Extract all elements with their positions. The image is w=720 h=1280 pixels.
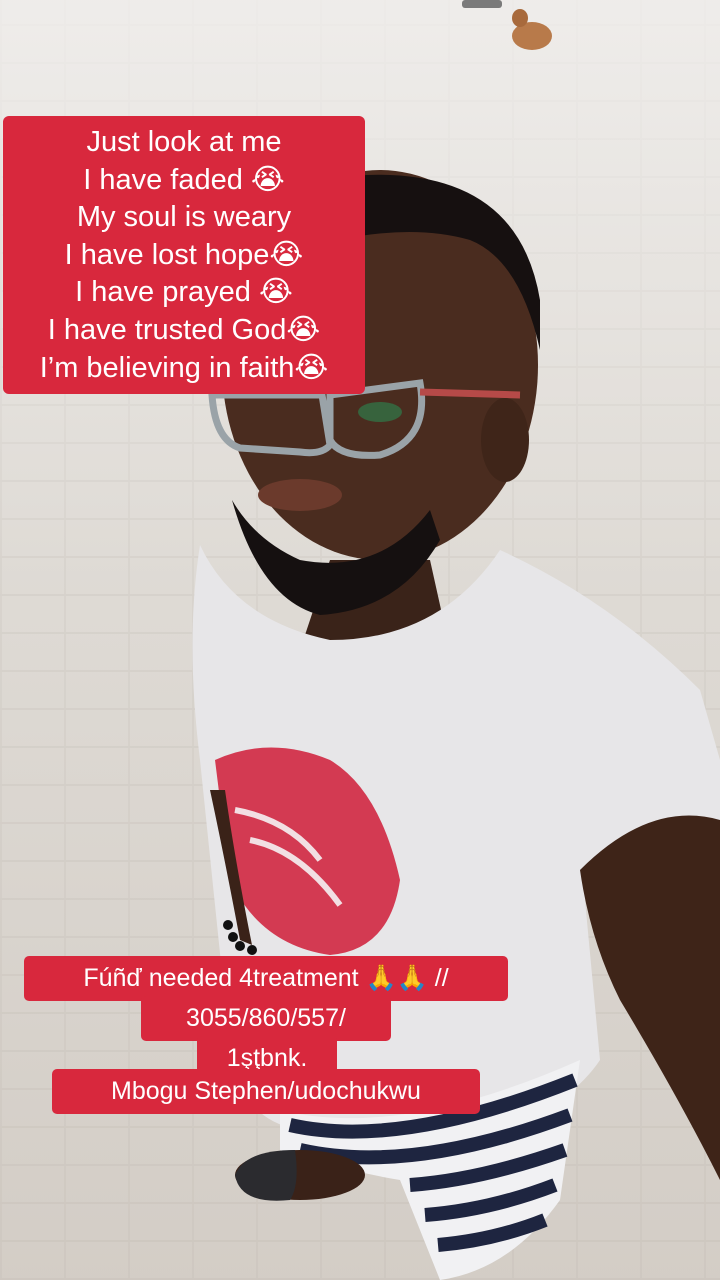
dog-figure bbox=[462, 0, 552, 50]
caption-top-line: I have lost hope😭 bbox=[64, 238, 304, 271]
sandal-foot bbox=[235, 1150, 365, 1201]
caption-top-line: Just look at me bbox=[86, 126, 282, 158]
caption-top-line: My soul is weary bbox=[76, 201, 292, 234]
caption-bottom-line: Mbogu Stephen/udochukwu bbox=[52, 1069, 480, 1114]
caption-top-line: I have faded 😭 bbox=[83, 163, 285, 196]
caption-top-line: I have trusted God😭 bbox=[47, 313, 321, 346]
caption-bottom-line: Fúñď needed 4treatment 🙏🙏 // bbox=[24, 956, 508, 1001]
caption-bottom-line: 3055/860/557/ bbox=[141, 996, 391, 1041]
caption-top-line: I’m believing in faith😭 bbox=[39, 351, 329, 384]
caption-top-box: Just look at me I have faded 😭 My soul i… bbox=[3, 116, 365, 394]
caption-top-line: I have prayed 😭 bbox=[75, 276, 293, 309]
